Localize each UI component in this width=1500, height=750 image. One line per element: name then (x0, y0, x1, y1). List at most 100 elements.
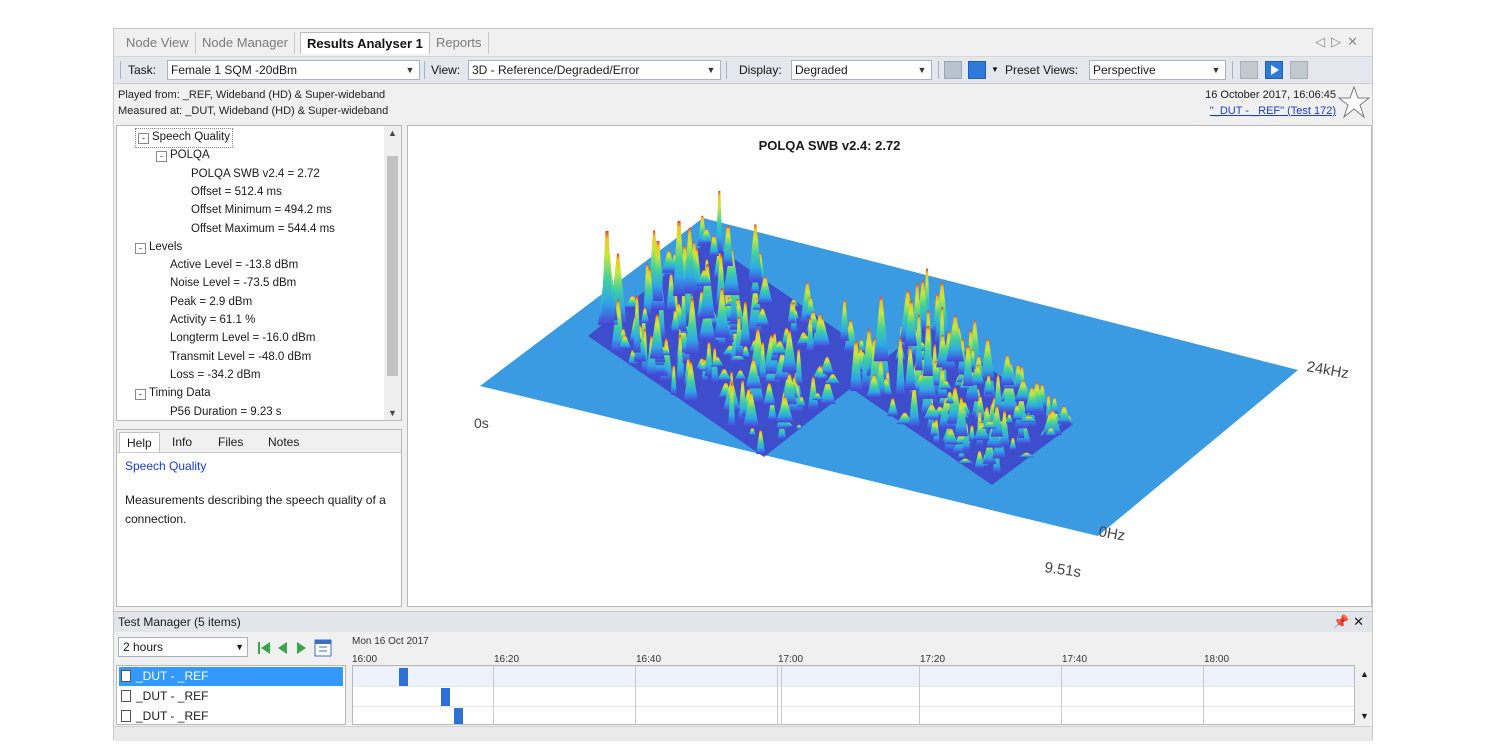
dropdown-arrow-icon[interactable]: ▼ (991, 65, 999, 74)
task-label: Task: (128, 63, 157, 77)
tree-item[interactable]: Noise Level = -73.5 dBm (170, 274, 296, 292)
test-timeline-bar[interactable] (441, 688, 450, 706)
tab-node-manager[interactable]: Node Manager (196, 32, 295, 54)
chevron-down-icon[interactable]: ▼ (384, 408, 401, 418)
task-select[interactable]: Female 1 SQM -20dBm ▼ (167, 60, 420, 80)
chevron-down-icon: ▼ (235, 642, 244, 652)
tree-item[interactable]: - POLQA (156, 146, 210, 164)
collapse-icon[interactable]: - (135, 242, 146, 254)
results-tree[interactable]: - Speech Quality - POLQA POLQA SWB v2.4 = 2.… (116, 125, 402, 421)
freq-low-label: 0Hz (1097, 523, 1126, 544)
tree-item[interactable]: - Levels (135, 238, 182, 256)
edit-icon[interactable] (968, 61, 986, 79)
tree-scrollbar-thumb[interactable] (387, 156, 398, 376)
tree-item-label: Levels (149, 240, 183, 253)
test-list[interactable]: _DUT - _REF _DUT - _REF _DUT - _REF (116, 665, 346, 725)
test-timeline-bar[interactable] (454, 708, 463, 724)
image-icon[interactable] (944, 61, 962, 79)
tree-item[interactable]: - Timing Data (135, 384, 211, 402)
time-end-label: 9.51s (1043, 559, 1082, 581)
test-document-icon (121, 710, 131, 722)
tree-item[interactable]: - Speech Quality (135, 128, 233, 148)
chevron-down-icon[interactable]: ▼ (1357, 711, 1372, 721)
play-icon[interactable] (1265, 61, 1283, 79)
tree-item-label: Longterm Level = -16.0 dBm (170, 332, 316, 345)
pause-icon[interactable] (1290, 61, 1308, 79)
tree-item[interactable]: POLQA SWB v2.4 = 2.72 (191, 165, 320, 183)
status-strip (114, 726, 1372, 741)
test-list-scrollbar[interactable]: ▲ ▼ (1357, 665, 1372, 725)
chevron-down-icon: ▼ (1211, 65, 1221, 75)
collapse-icon[interactable]: - (156, 151, 167, 163)
display-label: Display: (739, 63, 782, 77)
freq-high-label: 24kHz (1305, 358, 1350, 382)
test-date: 16 October 2017, 16:06:45 (1205, 89, 1336, 101)
collapse-icon[interactable]: - (135, 389, 146, 401)
timeline-tick-label: 17:20 (920, 654, 946, 665)
tab-results-analyser[interactable]: Results Analyser 1 (300, 32, 430, 54)
test-list-item-label: _DUT - _REF (136, 689, 209, 703)
collapse-icon[interactable]: - (138, 133, 149, 144)
tab-reports[interactable]: Reports (430, 32, 489, 54)
timeline-tick-label: 18:00 (1204, 654, 1230, 665)
calendar-icon[interactable] (314, 639, 332, 657)
help-description: Measurements describing the speech quali… (125, 493, 386, 526)
tree-scrollbar[interactable]: ▲ ▼ (384, 126, 401, 420)
test-document-icon (121, 690, 131, 702)
scroll-left-icon[interactable]: ◁ (1315, 34, 1331, 49)
first-icon[interactable] (258, 642, 270, 654)
toolbar-separator (938, 61, 939, 79)
tree-item-label: P56 Duration = 9.23 s (170, 405, 282, 418)
timeline-tick-label: 17:00 (778, 654, 804, 665)
tree-item[interactable]: Loss = -34.2 dBm (170, 366, 260, 384)
preset-views-select[interactable]: Perspective ▼ (1089, 60, 1226, 80)
test-list-item[interactable]: _DUT - _REF (119, 667, 343, 686)
tree-item[interactable]: Transmit Level = -48.0 dBm (170, 348, 311, 366)
previous-icon[interactable] (278, 642, 287, 654)
scroll-right-icon[interactable]: ▷ (1331, 34, 1347, 49)
display-select[interactable]: Degraded ▼ (791, 60, 932, 80)
test-document-icon (121, 670, 131, 682)
chevron-up-icon[interactable]: ▲ (1357, 669, 1372, 679)
close-icon[interactable]: ✕ (1353, 614, 1364, 629)
tree-item[interactable]: Peak = 2.9 dBm (170, 293, 252, 311)
spectrogram-3d-panel[interactable]: POLQA SWB v2.4: 2.72 0s 9.51s 0Hz 24kHz (407, 125, 1372, 607)
test-timeline[interactable] (352, 665, 1355, 725)
view-select[interactable]: 3D - Reference/Degraded/Error ▼ (468, 60, 721, 80)
tab-help[interactable]: Help (119, 432, 160, 452)
pin-icon[interactable]: 📌 (1333, 614, 1349, 629)
tree-item[interactable]: Activity = 61.1 % (170, 311, 255, 329)
test-timeline-bar[interactable] (399, 668, 408, 686)
stop-icon[interactable] (1240, 61, 1258, 79)
tree-item[interactable]: Active Level = -13.8 dBm (170, 256, 298, 274)
tab-notes[interactable]: Notes (261, 432, 306, 452)
close-icon[interactable]: ✕ (1347, 34, 1364, 49)
test-list-item[interactable]: _DUT - _REF (119, 687, 343, 706)
tab-window-controls[interactable]: ◁▷✕ (1315, 34, 1364, 50)
time-range-select[interactable]: 2 hours ▼ (118, 637, 248, 657)
chevron-up-icon[interactable]: ▲ (384, 128, 401, 138)
test-link[interactable]: "_DUT - _REF" (Test 172) (1205, 103, 1336, 119)
toolbar-separator (424, 61, 425, 79)
tree-item[interactable]: Offset Minimum = 494.2 ms (191, 201, 332, 219)
tree-item-label: POLQA (170, 149, 210, 162)
star-icon[interactable] (1338, 85, 1370, 119)
tree-item[interactable]: Offset Maximum = 544.4 ms (191, 220, 335, 238)
results-analyser-window: Node View Node Manager Results Analyser … (113, 28, 1373, 741)
tree-item-label: Activity = 61.1 % (170, 314, 256, 326)
tree-item-label: Loss = -34.2 dBm (170, 368, 261, 381)
spectrogram-3d-plot[interactable]: 0s 9.51s 0Hz 24kHz (408, 126, 1371, 606)
task-select-value: Female 1 SQM -20dBm (171, 63, 298, 77)
tab-info[interactable]: Info (165, 432, 199, 452)
next-icon[interactable] (297, 642, 306, 654)
tab-node-view[interactable]: Node View (120, 32, 196, 54)
tree-item[interactable]: Offset = 512.4 ms (191, 183, 282, 201)
tree-item[interactable]: Longterm Level = -16.0 dBm (170, 329, 315, 347)
test-list-item[interactable]: _DUT - _REF (119, 707, 343, 724)
test-manager-controls: 📌 ✕ (1333, 614, 1364, 630)
measured-at-text: Measured at: _DUT, Wideband (HD) & Super… (118, 105, 389, 117)
tab-files[interactable]: Files (211, 432, 250, 452)
chevron-down-icon: ▼ (706, 65, 716, 75)
help-title: Speech Quality (125, 459, 207, 473)
tree-item[interactable]: P56 Duration = 9.23 s (170, 403, 282, 421)
